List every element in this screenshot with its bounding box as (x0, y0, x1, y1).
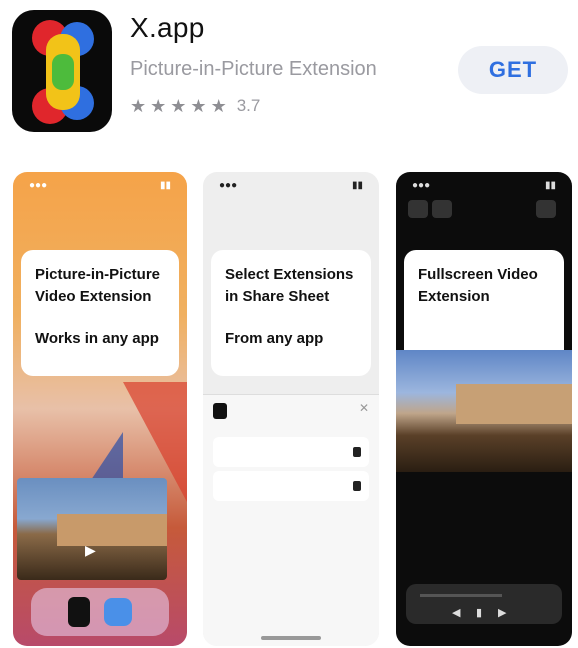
screenshot-2[interactable]: ●●● ▮▮ Select Extensions in Share Sheet F… (203, 172, 379, 646)
fullscreen-video (396, 350, 572, 472)
dock (31, 588, 169, 636)
video-building (456, 384, 572, 424)
star-icon: ★ (190, 96, 207, 116)
icon-green-bar (52, 54, 74, 90)
share-sheet: ✕ (203, 394, 379, 646)
pause-icon: ▮ (476, 607, 483, 619)
safari-icon (104, 598, 132, 626)
caption-line: in Share Sheet (225, 288, 330, 305)
get-button[interactable]: GET (458, 46, 568, 94)
status-bar: ●●● ▮▮ (219, 180, 363, 191)
rating: ★ ★ ★ ★ ★ 3.7 (130, 96, 260, 116)
star-icon: ★ (130, 96, 147, 116)
caption-line: Extension (418, 288, 490, 305)
volume-icon (536, 200, 556, 218)
close-icon: ✕ (358, 401, 369, 415)
video-building (57, 514, 167, 546)
play-icon: ▶ (85, 542, 96, 558)
player-controls: ◀ ▮ ▶ (406, 584, 562, 624)
forward-icon: ▶ (498, 607, 507, 619)
caption-line: Select Extensions (225, 266, 354, 283)
caption-card: Select Extensions in Share Sheet From an… (211, 250, 371, 376)
caption-line: Video Extension (35, 288, 152, 305)
progress-track (420, 594, 502, 597)
rewind-icon: ◀ (452, 607, 461, 619)
app-icon[interactable] (12, 10, 112, 132)
pip-icon (432, 200, 452, 218)
close-icon (408, 200, 428, 218)
caption-line: From any app (225, 330, 324, 347)
status-bar: ●●● ▮▮ (29, 180, 171, 191)
app-icon (213, 403, 227, 419)
caption-line: Picture-in-Picture (35, 266, 161, 283)
star-icon: ★ (170, 96, 187, 116)
app-subtitle: Picture-in-Picture Extension (130, 58, 377, 80)
share-sheet-row (213, 437, 369, 467)
share-sheet-row (213, 471, 369, 501)
caption-card: Picture-in-Picture Video Extension Works… (21, 250, 179, 376)
app-title: X.app (130, 12, 205, 43)
pip-video-window: ▶ (17, 478, 167, 580)
screenshot-3[interactable]: ●●● ▮▮ Fullscreen Video Extension ◀ ▮ ▶ (396, 172, 572, 646)
star-icon: ★ (210, 96, 227, 116)
app-icon (68, 597, 90, 627)
home-indicator (261, 636, 321, 640)
player-top-controls (408, 200, 560, 223)
screenshot-1[interactable]: ●●● ▮▮ Picture-in-Picture Video Extension… (13, 172, 187, 646)
caption-line: Works in any app (35, 330, 159, 347)
star-icon: ★ (150, 96, 167, 116)
caption-line: Fullscreen Video (418, 266, 538, 283)
status-bar: ●●● ▮▮ (412, 180, 556, 191)
rating-value: 3.7 (236, 96, 261, 115)
